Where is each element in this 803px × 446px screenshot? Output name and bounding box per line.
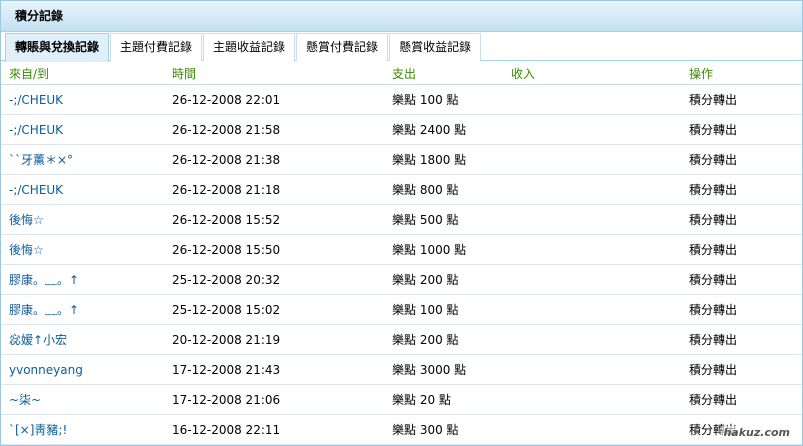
income-cell (503, 114, 681, 145)
income-cell (503, 324, 681, 355)
table-row: -;/CHEUK 26-12-2008 21:18 樂點 800 點 積分轉出 (1, 174, 802, 205)
income-cell (503, 234, 681, 265)
tab-topic-payment[interactable]: 主題付費記錄 (110, 33, 203, 61)
action-cell: 積分轉出 (681, 114, 802, 145)
expense-cell: 樂點 100 點 (384, 294, 503, 325)
watermark: hakuz.com (721, 426, 792, 439)
action-cell: 積分轉出 (681, 204, 802, 235)
action-cell: 積分轉出 (681, 264, 802, 295)
header-expense: 支出 (384, 62, 503, 85)
from-cell[interactable]: 膠康。﹏。↑ (1, 264, 164, 295)
expense-cell: 樂點 300 點 (384, 414, 503, 445)
credit-records-panel: 積分記錄 轉賬與兌換記錄 主題付費記錄 主題收益記錄 懸賞付費記錄 懸賞收益記錄… (0, 0, 803, 446)
expense-cell: 樂點 2400 點 (384, 114, 503, 145)
time-cell: 26-12-2008 21:38 (164, 144, 384, 175)
income-cell (503, 354, 681, 385)
from-cell[interactable]: -;/CHEUK (1, 114, 164, 145)
from-cell[interactable]: 後悔☆ (1, 234, 164, 265)
table-row: -;/CHEUK 26-12-2008 22:01 樂點 100 點 積分轉出 (1, 84, 802, 115)
header-time: 時間 (164, 62, 384, 85)
time-cell: 26-12-2008 22:01 (164, 84, 384, 115)
income-cell (503, 204, 681, 235)
expense-cell: 樂點 1000 點 (384, 234, 503, 265)
time-cell: 26-12-2008 21:18 (164, 174, 384, 205)
time-cell: 26-12-2008 15:52 (164, 204, 384, 235)
action-cell: 積分轉出 (681, 84, 802, 115)
tab-topic-income[interactable]: 主題收益記錄 (203, 33, 296, 61)
from-cell[interactable]: -;/CHEUK (1, 84, 164, 115)
income-cell (503, 294, 681, 325)
table-body: -;/CHEUK 26-12-2008 22:01 樂點 100 點積分轉出 -;/C… (1, 84, 802, 445)
time-cell: 20-12-2008 21:19 (164, 324, 384, 355)
action-cell: 積分轉出 (681, 354, 802, 385)
table-header-row: 來自/到 時間 支出 收入 操作 (1, 62, 802, 85)
income-cell (503, 264, 681, 295)
from-cell[interactable]: ~柒~ (1, 384, 164, 415)
from-cell[interactable]: -;/CHEUK (1, 174, 164, 205)
tab-reward-income[interactable]: 懸賞收益記錄 (389, 33, 482, 61)
table-row: 惢嫒↑小宏 20-12-2008 21:19 樂點 200 點 積分轉出 (1, 324, 802, 355)
header-from-to: 來自/到 (1, 62, 164, 85)
action-cell: 積分轉出 (681, 294, 802, 325)
expense-cell: 樂點 800 點 (384, 174, 503, 205)
from-cell[interactable]: 膠康。﹏。↑ (1, 294, 164, 325)
table-row: 膠康。﹏。↑ 25-12-2008 15:02 樂點 100 點 積分轉出 (1, 294, 802, 325)
from-cell[interactable]: ``牙薰＊×° (1, 144, 164, 175)
action-cell: 積分轉出 (681, 174, 802, 205)
time-cell: 17-12-2008 21:06 (164, 384, 384, 415)
expense-cell: 樂點 500 點 (384, 204, 503, 235)
expense-cell: 樂點 100 點 (384, 84, 503, 115)
time-cell: 26-12-2008 15:50 (164, 234, 384, 265)
expense-cell: 樂點 1800 點 (384, 144, 503, 175)
income-cell (503, 384, 681, 415)
table-row: -;/CHEUK 26-12-2008 21:58 樂點 2400 點 積分轉出 (1, 114, 802, 145)
table-row: ~柒~ 17-12-2008 21:06 樂點 20 點 積分轉出 (1, 384, 802, 415)
from-cell[interactable]: 惢嫒↑小宏 (1, 324, 164, 355)
income-cell (503, 414, 681, 445)
action-cell: 積分轉出 (681, 234, 802, 265)
income-cell (503, 144, 681, 175)
header-action: 操作 (681, 62, 802, 85)
income-cell (503, 84, 681, 115)
table-row: 後悔☆ 26-12-2008 15:50 樂點 1000 點 積分轉出 (1, 234, 802, 265)
action-cell: 積分轉出 (681, 384, 802, 415)
panel-title: 積分記錄 (1, 1, 802, 32)
action-cell: 積分轉出 (681, 324, 802, 355)
table-row: 後悔☆ 26-12-2008 15:52 樂點 500 點 積分轉出 (1, 204, 802, 235)
table-row: 膠康。﹏。↑ 25-12-2008 20:32 樂點 200 點 積分轉出 (1, 264, 802, 295)
table-row: yvonneyang 17-12-2008 21:43 樂點 3000 點 積分轉出 (1, 354, 802, 385)
time-cell: 25-12-2008 20:32 (164, 264, 384, 295)
tab-bar: 轉賬與兌換記錄 主題付費記錄 主題收益記錄 懸賞付費記錄 懸賞收益記錄 (1, 32, 802, 62)
table-row: ``牙薰＊×° 26-12-2008 21:38 樂點 1800 點 積分轉出 (1, 144, 802, 175)
tab-reward-payment[interactable]: 懸賞付費記錄 (296, 33, 389, 61)
income-cell (503, 174, 681, 205)
from-cell[interactable]: 後悔☆ (1, 204, 164, 235)
action-cell: 積分轉出 (681, 144, 802, 175)
time-cell: 16-12-2008 22:11 (164, 414, 384, 445)
expense-cell: 樂點 20 點 (384, 384, 503, 415)
header-income: 收入 (503, 62, 681, 85)
time-cell: 17-12-2008 21:43 (164, 354, 384, 385)
time-cell: 26-12-2008 21:58 (164, 114, 384, 145)
table-row: `[×]靑豬;! 16-12-2008 22:11 樂點 300 點積分轉出 (1, 414, 802, 445)
expense-cell: 樂點 200 點 (384, 264, 503, 295)
tab-transfer-exchange[interactable]: 轉賬與兌換記錄 (5, 33, 110, 62)
records-table: 來自/到 時間 支出 收入 操作 -;/CHEUK 26-12-2008 22:0… (1, 62, 802, 445)
from-cell[interactable]: yvonneyang (1, 354, 164, 385)
time-cell: 25-12-2008 15:02 (164, 294, 384, 325)
from-cell[interactable]: `[×]靑豬;! (1, 414, 164, 445)
expense-cell: 樂點 3000 點 (384, 354, 503, 385)
expense-cell: 樂點 200 點 (384, 324, 503, 355)
